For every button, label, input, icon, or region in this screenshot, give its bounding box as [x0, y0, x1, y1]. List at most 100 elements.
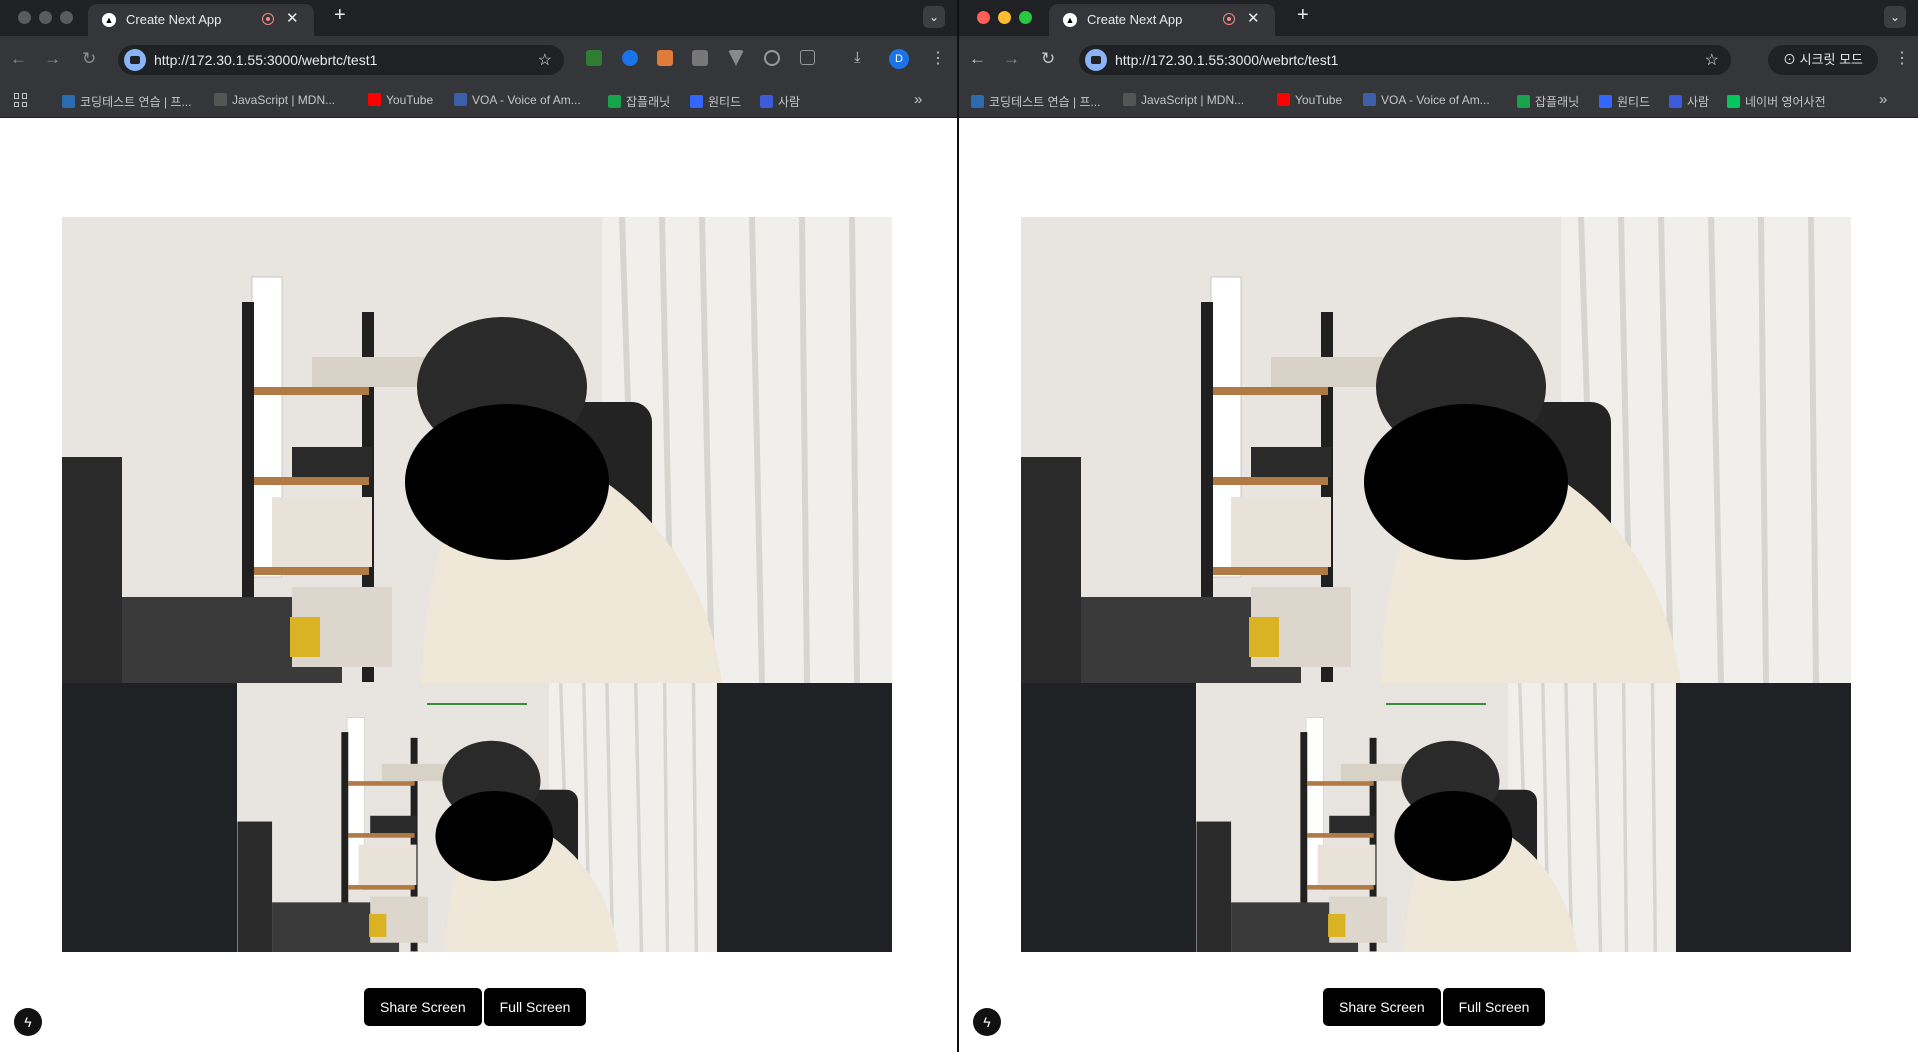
title-bar: ▲ Create Next App ✕ + ⌄ — [959, 0, 1918, 36]
window-controls[interactable] — [18, 11, 73, 24]
forward-icon[interactable]: → — [1003, 49, 1020, 69]
toolbar: ← → ↻ http://172.30.1.55:3000/webrtc/tes… — [959, 36, 1918, 84]
browser-window-right: ▲ Create Next App ✕ + ⌄ ← → ↻ http://172… — [959, 0, 1918, 1052]
video-indicator-line — [427, 703, 527, 705]
share-screen-button[interactable]: Share Screen — [364, 988, 482, 1026]
recording-indicator-icon — [1223, 13, 1235, 25]
bookmark-label: 네이버 영어사전 — [1745, 95, 1826, 109]
bookmark-item[interactable]: JavaScript | MDN... — [1123, 93, 1244, 107]
bookmark-item[interactable]: 잡플래닛 — [608, 93, 670, 110]
bookmark-star-icon[interactable]: ☆ — [538, 50, 552, 70]
bookmark-item[interactable]: VOA - Voice of Am... — [454, 93, 581, 107]
bookmark-item[interactable]: YouTube — [368, 93, 433, 107]
remote-video-frame — [237, 683, 717, 952]
bookmarks-overflow-icon[interactable]: » — [1879, 91, 1887, 108]
incognito-badge[interactable]: ⊙ 시크릿 모드 — [1768, 45, 1878, 75]
extension-sheets-icon[interactable] — [586, 50, 602, 66]
bookmark-item[interactable]: 원티드 — [690, 93, 741, 110]
menu-kebab-icon[interactable]: ⋮ — [930, 48, 946, 68]
address-bar[interactable]: http://172.30.1.55:3000/webrtc/test1 ☆ — [1079, 45, 1731, 75]
bookmark-item[interactable]: 잡플래닛 — [1517, 93, 1579, 110]
bookmarks-bar: 코딩테스트 연습 | 프... JavaScript | MDN... YouT… — [959, 84, 1918, 118]
minimize-window-icon[interactable] — [998, 11, 1011, 24]
tab-search-icon[interactable]: ⌄ — [923, 6, 945, 28]
close-window-icon[interactable] — [977, 11, 990, 24]
extensions-puzzle-icon[interactable] — [800, 50, 815, 65]
remote-video — [62, 683, 892, 952]
close-tab-icon[interactable]: ✕ — [1247, 9, 1260, 27]
nextjs-icon[interactable]: ϟ — [973, 1008, 1001, 1036]
extension-target-icon[interactable] — [764, 50, 780, 66]
url-text: http://172.30.1.55:3000/webrtc/test1 — [154, 52, 378, 68]
close-tab-icon[interactable]: ✕ — [286, 9, 299, 27]
remote-video — [1021, 683, 1851, 952]
url-text: http://172.30.1.55:3000/webrtc/test1 — [1115, 52, 1339, 68]
bookmark-label: 코딩테스트 연습 | 프... — [989, 95, 1101, 109]
new-tab-icon[interactable]: + — [1297, 4, 1309, 27]
address-bar[interactable]: http://172.30.1.55:3000/webrtc/test1 ☆ — [118, 45, 564, 75]
share-screen-button[interactable]: Share Screen — [1323, 988, 1441, 1026]
forward-icon[interactable]: → — [44, 49, 61, 69]
bookmark-label: 원티드 — [1617, 95, 1651, 109]
close-window-icon[interactable] — [18, 11, 31, 24]
full-screen-button[interactable]: Full Screen — [1442, 988, 1546, 1026]
incognito-label: 시크릿 모드 — [1799, 52, 1864, 67]
extension-info-icon[interactable] — [622, 50, 638, 66]
bookmark-label: VOA - Voice of Am... — [1381, 93, 1490, 107]
extension-print-icon[interactable] — [692, 50, 708, 66]
site-info-icon[interactable] — [124, 49, 146, 71]
nextjs-icon[interactable]: ϟ — [14, 1008, 42, 1036]
bookmark-label: YouTube — [1295, 93, 1343, 107]
bookmark-label: 사람 — [1687, 95, 1710, 109]
tab-title: Create Next App — [126, 12, 222, 27]
page-content: Share Screen Full Screen ϟ — [0, 118, 957, 1052]
bookmark-item[interactable]: YouTube — [1277, 93, 1342, 107]
bookmark-item[interactable]: 사람 — [1669, 93, 1709, 110]
local-video — [1021, 217, 1851, 683]
apps-grid-icon[interactable] — [14, 93, 28, 107]
bookmark-star-icon[interactable]: ☆ — [1705, 50, 1719, 70]
next-favicon-icon: ▲ — [1063, 13, 1077, 27]
extension-cx-icon[interactable] — [657, 50, 673, 66]
download-icon[interactable]: ⤓ — [854, 49, 861, 66]
remote-video-frame — [1196, 683, 1676, 952]
new-tab-icon[interactable]: + — [334, 4, 346, 27]
bookmark-label: 원티드 — [708, 95, 742, 109]
video-indicator-line — [1386, 703, 1486, 705]
minimize-window-icon[interactable] — [39, 11, 52, 24]
control-buttons: Share Screen Full Screen — [364, 988, 587, 1026]
bookmark-item[interactable]: 코딩테스트 연습 | 프... — [62, 93, 191, 110]
bookmark-label: JavaScript | MDN... — [1141, 93, 1245, 107]
bookmark-item[interactable]: 사람 — [760, 93, 800, 110]
reload-icon[interactable]: ↻ — [82, 49, 96, 69]
tab-search-icon[interactable]: ⌄ — [1884, 6, 1906, 28]
tab-title: Create Next App — [1087, 12, 1183, 27]
site-info-icon[interactable] — [1085, 49, 1107, 71]
bookmark-item[interactable]: 원티드 — [1599, 93, 1650, 110]
title-bar: ▲ Create Next App ✕ + ⌄ — [0, 0, 957, 36]
bookmark-item[interactable]: JavaScript | MDN... — [214, 93, 335, 107]
bookmark-label: 잡플래닛 — [626, 95, 671, 109]
back-icon[interactable]: ← — [10, 49, 27, 69]
window-controls[interactable] — [977, 11, 1032, 24]
bookmark-label: JavaScript | MDN... — [232, 93, 336, 107]
bookmarks-overflow-icon[interactable]: » — [914, 91, 922, 108]
menu-kebab-icon[interactable]: ⋮ — [1894, 48, 1910, 68]
bookmark-label: VOA - Voice of Am... — [472, 93, 581, 107]
back-icon[interactable]: ← — [969, 49, 986, 69]
full-screen-button[interactable]: Full Screen — [483, 988, 587, 1026]
bookmark-item[interactable]: 네이버 영어사전 — [1727, 93, 1826, 110]
tab-active[interactable]: ▲ Create Next App ✕ — [1049, 4, 1275, 36]
bookmark-item[interactable]: VOA - Voice of Am... — [1363, 93, 1490, 107]
extension-vue-icon[interactable] — [728, 50, 744, 66]
maximize-window-icon[interactable] — [1019, 11, 1032, 24]
maximize-window-icon[interactable] — [60, 11, 73, 24]
tab-active[interactable]: ▲ Create Next App ✕ — [88, 4, 314, 36]
page-content: Share Screen Full Screen ϟ — [959, 118, 1918, 1052]
bookmark-item[interactable]: 코딩테스트 연습 | 프... — [971, 93, 1100, 110]
bookmark-label: 코딩테스트 연습 | 프... — [80, 95, 192, 109]
recording-indicator-icon — [262, 13, 274, 25]
reload-icon[interactable]: ↻ — [1041, 49, 1055, 69]
avatar[interactable]: D — [889, 49, 909, 69]
control-buttons: Share Screen Full Screen — [1323, 988, 1546, 1026]
